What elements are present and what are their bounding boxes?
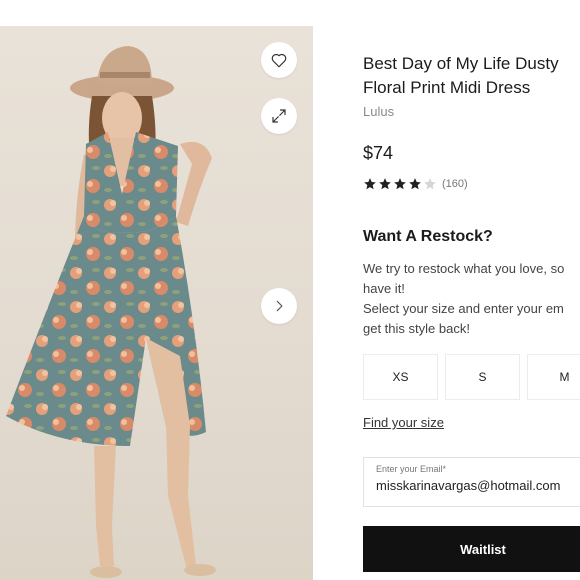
restock-line-1: We try to restock what you love, so <box>363 261 565 276</box>
brand-name[interactable]: Lulus <box>363 104 394 119</box>
expand-image-button[interactable] <box>261 98 297 134</box>
product-price: $74 <box>363 143 394 163</box>
email-field-label: Enter your Email* <box>376 464 447 474</box>
restock-description: We try to restock what you love, so have… <box>363 259 580 339</box>
size-option-s[interactable]: S <box>445 354 520 400</box>
size-option-m[interactable]: M <box>527 354 580 400</box>
email-field[interactable]: Enter your Email* <box>363 457 580 507</box>
expand-icon <box>272 109 286 123</box>
star-empty-icon <box>424 178 436 190</box>
product-title: Best Day of My Life Dusty Floral Print M… <box>363 52 580 100</box>
restock-heading: Want A Restock? <box>363 228 493 245</box>
star-filled-icon <box>379 178 391 190</box>
rating-row[interactable]: (160) <box>363 177 468 191</box>
restock-line-4: get this style back! <box>363 321 470 336</box>
star-filled-icon <box>364 178 376 190</box>
size-selector: XS S M <box>363 354 580 400</box>
next-image-button[interactable] <box>261 288 297 324</box>
product-info-panel: Best Day of My Life Dusty Floral Print M… <box>363 26 580 580</box>
size-option-xs[interactable]: XS <box>363 354 438 400</box>
product-title-line-1: Best Day of My Life Dusty <box>363 54 559 73</box>
waitlist-button[interactable]: Waitlist <box>363 526 580 572</box>
product-title-line-2: Floral Print Midi Dress <box>363 78 531 97</box>
restock-line-2: have it! <box>363 281 405 296</box>
heart-icon <box>271 53 287 68</box>
favorite-button[interactable] <box>261 42 297 78</box>
product-image-gallery <box>0 26 313 580</box>
restock-line-3: Select your size and enter your em <box>363 301 564 316</box>
email-input[interactable] <box>376 478 580 493</box>
star-filled-icon <box>394 178 406 190</box>
chevron-right-icon <box>276 300 283 312</box>
find-your-size-link[interactable]: Find your size <box>363 415 444 430</box>
review-count: (160) <box>442 178 468 190</box>
star-filled-icon <box>409 178 421 190</box>
